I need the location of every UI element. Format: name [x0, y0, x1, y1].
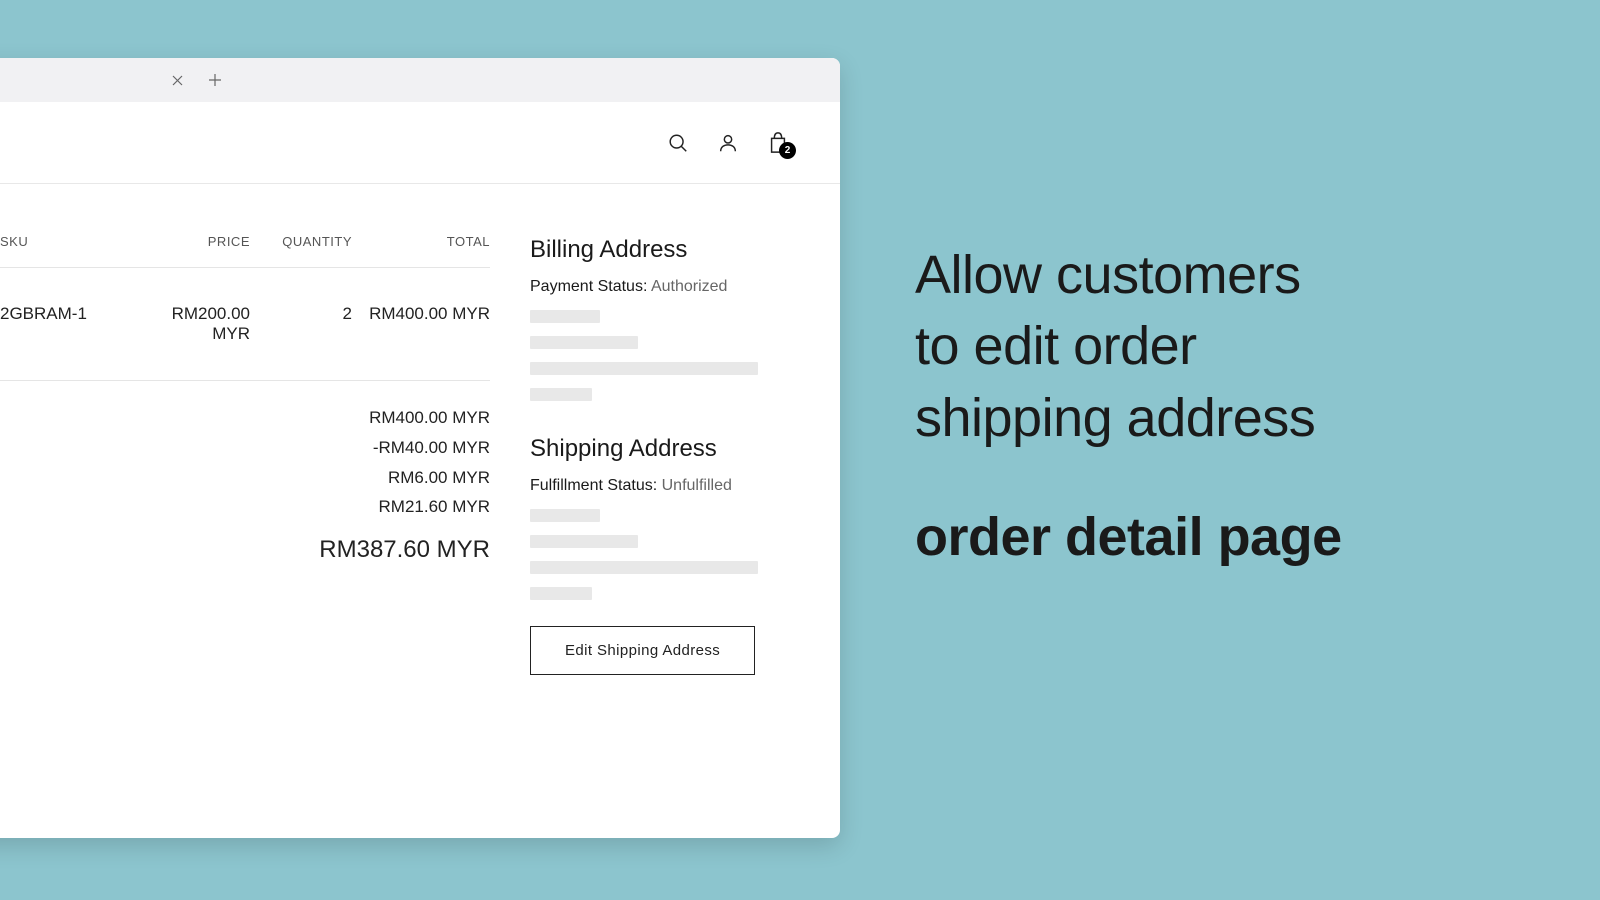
promo-line-1: Allow customers — [915, 240, 1475, 311]
order-table: SKU PRICE QUANTITY TOTAL 2GBRAM-1 RM200.… — [0, 234, 490, 675]
new-tab-icon[interactable] — [206, 71, 224, 89]
promo-bold: order detail page — [915, 502, 1475, 572]
billing-line-placeholder — [530, 388, 592, 401]
cell-total: RM400.00 MYR — [352, 304, 490, 344]
promo-line-2: to edit order — [915, 311, 1475, 382]
account-icon[interactable] — [716, 131, 740, 155]
fulfillment-status-label: Fulfillment Status: — [530, 477, 662, 494]
cell-price: RM200.00 MYR — [140, 304, 250, 344]
cell-quantity: 2 — [250, 304, 352, 344]
tab-bar — [0, 58, 840, 102]
site-header: og 2 — [0, 102, 840, 184]
cart-icon[interactable]: 2 — [766, 131, 790, 155]
billing-line-placeholder — [530, 336, 638, 349]
cell-sku: 2GBRAM-1 — [0, 304, 140, 344]
shipping-line-placeholder — [530, 561, 758, 574]
header-actions: 2 — [666, 131, 810, 155]
fulfillment-status: Fulfillment Status: Unfulfilled — [530, 477, 810, 495]
promo-text: Allow customers to edit order shipping a… — [915, 240, 1475, 572]
col-header-quantity: QUANTITY — [250, 234, 352, 249]
billing-line-placeholder — [530, 310, 600, 323]
col-header-total: TOTAL — [352, 234, 490, 249]
table-header-row: SKU PRICE QUANTITY TOTAL — [0, 234, 490, 268]
address-sidebar: Billing Address Payment Status: Authoriz… — [530, 234, 810, 675]
summary-subtotal: RM400.00 MYR — [0, 403, 490, 433]
close-tab-icon[interactable] — [170, 73, 184, 87]
cart-count-badge: 2 — [779, 142, 796, 159]
search-icon[interactable] — [666, 131, 690, 155]
payment-status-label: Payment Status: — [530, 278, 651, 295]
col-header-sku: SKU — [0, 234, 140, 249]
summary-shipping: RM6.00 MYR — [0, 463, 490, 493]
promo-line-3: shipping address — [915, 383, 1475, 454]
summary-total: RM387.60 MYR — [0, 536, 490, 564]
order-summary: RM400.00 MYR -RM40.00 MYR RM6.00 MYR RM2… — [0, 381, 490, 564]
payment-status-value: Authorized — [651, 278, 728, 295]
shipping-line-placeholder — [530, 509, 600, 522]
shipping-line-placeholder — [530, 587, 592, 600]
fulfillment-status-value: Unfulfilled — [662, 477, 732, 494]
shipping-line-placeholder — [530, 535, 638, 548]
shipping-title: Shipping Address — [530, 435, 810, 463]
table-row: 2GBRAM-1 RM200.00 MYR 2 RM400.00 MYR — [0, 268, 490, 381]
order-content: SKU PRICE QUANTITY TOTAL 2GBRAM-1 RM200.… — [0, 184, 840, 705]
billing-line-placeholder — [530, 362, 758, 375]
edit-shipping-address-button[interactable]: Edit Shipping Address — [530, 626, 755, 675]
payment-status: Payment Status: Authorized — [530, 278, 810, 296]
col-header-price: PRICE — [140, 234, 250, 249]
summary-tax: RM21.60 MYR — [0, 492, 490, 522]
billing-title: Billing Address — [530, 236, 810, 264]
browser-window: og 2 SKU PRICE QUANTITY TOTAL 2GBRAM-1 — [0, 58, 840, 838]
summary-discount: -RM40.00 MYR — [0, 433, 490, 463]
